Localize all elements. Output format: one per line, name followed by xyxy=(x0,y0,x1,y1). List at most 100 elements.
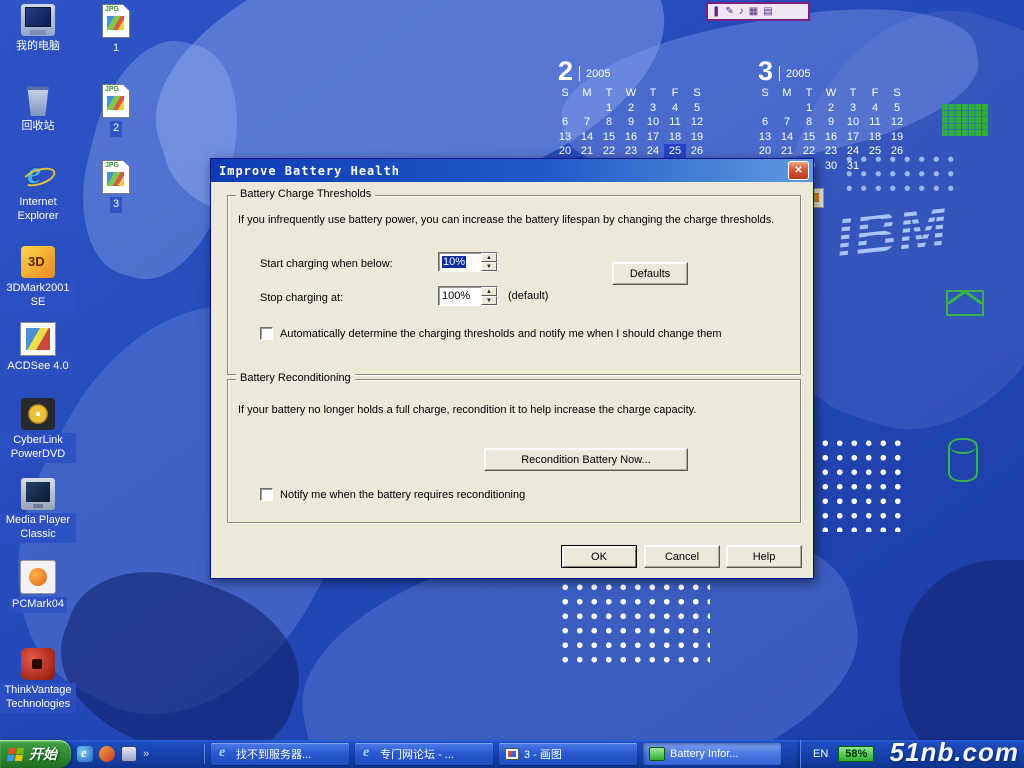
calendar-date xyxy=(576,101,598,116)
desktop-icon-jpg-3[interactable]: 3 xyxy=(88,160,144,213)
battery-percent-indicator[interactable]: 58% xyxy=(838,746,874,762)
thinkvantage-icon xyxy=(21,648,55,680)
battery-charge-thresholds-group: Battery Charge Thresholds If you infrequ… xyxy=(227,195,801,375)
icon-label: Media Player Classic xyxy=(0,513,76,543)
calendar-year: 2005 xyxy=(786,68,810,84)
jpg-file-icon xyxy=(102,160,130,194)
start-threshold-value[interactable]: 10% xyxy=(439,253,481,271)
menu-icon[interactable]: ▤ xyxy=(763,4,772,19)
envelope-icon xyxy=(946,290,984,316)
pen-icon[interactable]: ✎ xyxy=(725,4,733,19)
calendar-date: 21 xyxy=(576,144,598,159)
default-note: (default) xyxy=(508,290,548,302)
calendar-date: 14 xyxy=(776,130,798,145)
calendar-date: 25 xyxy=(864,144,886,159)
calendar-date: 10 xyxy=(842,115,864,130)
calendar-day-header: W xyxy=(820,86,842,101)
calendar-date: 9 xyxy=(620,115,642,130)
taskbar-task-3[interactable]: 3 - 画图 xyxy=(499,743,637,765)
cancel-button[interactable]: Cancel xyxy=(644,545,720,568)
quicklaunch-internet-explorer-icon[interactable] xyxy=(77,746,93,762)
calendar-day-headers: SMTWTFS xyxy=(754,86,912,101)
calendar-date: 12 xyxy=(886,115,908,130)
icon-label: CyberLink PowerDVD xyxy=(0,433,76,463)
icon-label: 回收站 xyxy=(19,119,58,135)
jpg-file-icon xyxy=(102,4,130,38)
calendar-day-header: W xyxy=(620,86,642,101)
calendar-year: 2005 xyxy=(586,68,610,84)
calendar-date: 5 xyxy=(686,101,708,116)
battery-icon xyxy=(649,747,665,761)
calendar-date: 8 xyxy=(798,115,820,130)
notify-reconditioning-checkbox-label[interactable]: Notify me when the battery requires reco… xyxy=(280,489,525,501)
paint-icon xyxy=(505,748,519,760)
start-button[interactable]: 开始 xyxy=(0,740,71,768)
quicklaunch-show-desktop-icon[interactable] xyxy=(121,746,137,762)
dot-grid-pattern xyxy=(818,436,908,532)
calendar-date: 20 xyxy=(754,144,776,159)
taskbar-task-2[interactable]: 专门网论坛 - ... xyxy=(355,743,493,765)
spin-up-button[interactable] xyxy=(481,253,497,262)
stop-charging-label: Stop charging at: xyxy=(260,292,343,304)
language-indicator[interactable]: EN xyxy=(813,748,828,760)
desktop-icon-my-computer[interactable]: 我的电脑 xyxy=(0,4,76,55)
ok-button[interactable]: OK xyxy=(561,545,637,568)
calendar-date: 25 xyxy=(664,144,686,159)
desktop-icon-3dmark2001[interactable]: 3DMark2001 SE xyxy=(0,246,76,311)
task-buttons: 找不到服务器... 专门网论坛 - ... 3 - 画图 Battery Infor.… xyxy=(208,743,784,765)
icon-label: ACDSee 4.0 xyxy=(4,359,71,375)
desktop-icon-powerdvd[interactable]: CyberLink PowerDVD xyxy=(0,398,76,463)
calendar-day-header: S xyxy=(554,86,576,101)
defaults-button[interactable]: Defaults xyxy=(612,262,688,285)
windows-flag-icon xyxy=(7,748,24,761)
auto-determine-checkbox[interactable] xyxy=(260,327,273,340)
start-charging-label: Start charging when below: xyxy=(260,258,393,270)
calendar-date: 4 xyxy=(864,101,886,116)
ie-icon xyxy=(361,748,375,760)
calendar-date xyxy=(864,159,886,174)
desktop-icon-jpg-1[interactable]: 1 xyxy=(88,4,144,57)
help-button[interactable]: Help xyxy=(726,545,802,568)
desktop-icon-thinkvantage[interactable]: ThinkVantage Technologies xyxy=(0,648,76,713)
stop-threshold-value[interactable]: 100% xyxy=(439,287,481,305)
calendar-dates: 1234567891011121314151617181920212223242… xyxy=(554,101,712,159)
auto-determine-checkbox-label[interactable]: Automatically determine the charging thr… xyxy=(280,328,721,340)
desktop-icon-recycle-bin[interactable]: 回收站 xyxy=(0,84,76,135)
desktop-icon-acdsee[interactable]: ACDSee 4.0 xyxy=(0,322,76,375)
desktop-icon-jpg-2[interactable]: 2 xyxy=(88,84,144,137)
quicklaunch-media-player-icon[interactable] xyxy=(99,746,115,762)
volume-icon[interactable]: ♪ xyxy=(739,4,744,19)
desktop-icon-media-player-classic[interactable]: Media Player Classic xyxy=(0,478,76,543)
calendar-day-header: S xyxy=(754,86,776,101)
icon-label: 2 xyxy=(110,121,122,137)
pen-tablet-toolbar[interactable]: ❚ ✎ ♪ ▦ ▤ xyxy=(706,2,810,21)
marker-icon[interactable]: ❚ xyxy=(712,4,720,19)
dialog-titlebar[interactable]: Improve Battery Health ✕ xyxy=(211,159,813,182)
tablet-icon[interactable]: ▦ xyxy=(749,4,758,19)
desktop-icon-internet-explorer[interactable]: Internet Explorer xyxy=(0,160,76,225)
taskbar-task-4[interactable]: Battery Infor... xyxy=(643,743,781,765)
spin-down-button[interactable] xyxy=(481,296,497,305)
taskbar-task-1[interactable]: 找不到服务器... xyxy=(211,743,349,765)
quicklaunch-overflow-chevron[interactable]: » xyxy=(143,748,149,760)
calendar-date: 6 xyxy=(754,115,776,130)
spin-down-button[interactable] xyxy=(481,262,497,271)
calendar-date: 16 xyxy=(820,130,842,145)
recondition-battery-now-button[interactable]: Recondition Battery Now... xyxy=(484,448,688,471)
calendar-date: 21 xyxy=(776,144,798,159)
pcmark-icon xyxy=(20,560,56,594)
calendar-date: 6 xyxy=(554,115,576,130)
icon-label: 3DMark2001 SE xyxy=(0,281,76,311)
calendar-date: 22 xyxy=(798,144,820,159)
spin-up-button[interactable] xyxy=(481,287,497,296)
notify-reconditioning-checkbox[interactable] xyxy=(260,488,273,501)
calendar-date: 3 xyxy=(842,101,864,116)
quick-launch: » xyxy=(71,746,201,762)
calendar-date: 17 xyxy=(842,130,864,145)
desktop-icon-pcmark04[interactable]: PCMark04 xyxy=(0,560,76,613)
close-button[interactable]: ✕ xyxy=(788,161,809,180)
keyboard-icon xyxy=(942,104,988,136)
group-title: Battery Reconditioning xyxy=(236,372,355,384)
battery-reconditioning-group: Battery Reconditioning If your battery n… xyxy=(227,379,801,523)
calendar-date: 16 xyxy=(620,130,642,145)
